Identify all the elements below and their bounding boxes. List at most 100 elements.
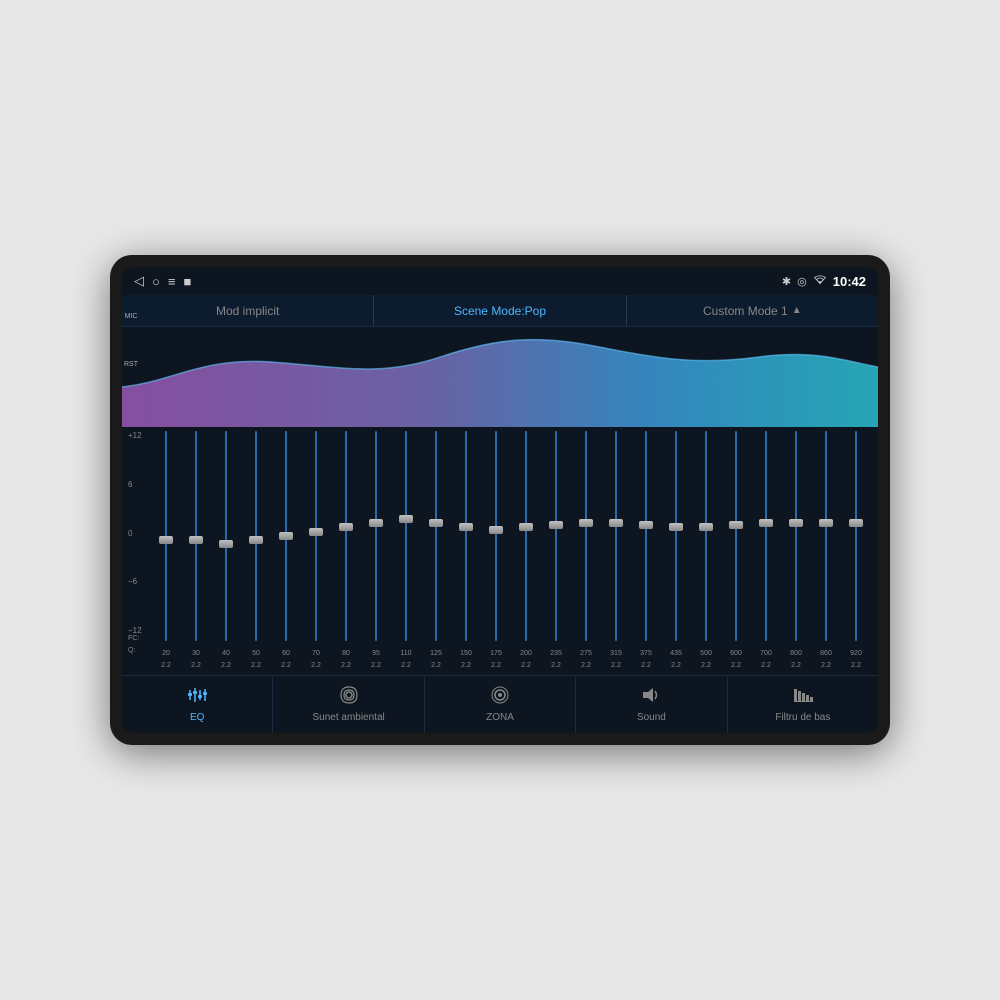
slider-track-235[interactable] [555, 431, 557, 641]
sliders-container [152, 431, 870, 675]
slider-col-175 [482, 431, 510, 645]
slider-track-60[interactable] [285, 431, 287, 641]
slider-track-40[interactable] [225, 431, 227, 641]
q-label-80: 2.2 [332, 662, 360, 669]
tab-sound[interactable]: Sound [576, 676, 727, 733]
slider-track-50[interactable] [255, 431, 257, 641]
eq-wave-svg [122, 327, 878, 427]
rst-label: RST [124, 353, 138, 375]
slider-thumb-235[interactable] [549, 521, 563, 529]
mode-scene[interactable]: Scene Mode:Pop [374, 295, 626, 326]
slider-thumb-40[interactable] [219, 540, 233, 548]
slider-track-200[interactable] [525, 431, 527, 641]
slider-track-20[interactable] [165, 431, 167, 641]
slider-col-95 [362, 431, 390, 645]
slider-col-700 [752, 431, 780, 645]
slider-thumb-275[interactable] [579, 519, 593, 527]
slider-track-95[interactable] [375, 431, 377, 641]
status-right: ✱ ◎ 10:42 [782, 274, 866, 289]
slider-col-235 [542, 431, 570, 645]
slider-thumb-860[interactable] [819, 519, 833, 527]
slider-track-150[interactable] [465, 431, 467, 641]
screen: ◁ ○ ≡ ■ ✱ ◎ 10:42 Mod [122, 267, 878, 733]
slider-thumb-175[interactable] [489, 526, 503, 534]
freq-label-20: 20 [152, 650, 180, 657]
slider-thumb-50[interactable] [249, 536, 263, 544]
nav-circle-button[interactable]: ○ [152, 274, 160, 289]
slider-col-50 [242, 431, 270, 645]
slider-thumb-80[interactable] [339, 523, 353, 531]
slider-thumb-200[interactable] [519, 523, 533, 531]
slider-thumb-95[interactable] [369, 519, 383, 527]
slider-track-175[interactable] [495, 431, 497, 641]
slider-track-125[interactable] [435, 431, 437, 641]
slider-track-70[interactable] [315, 431, 317, 641]
eq-label: EQ [190, 712, 204, 723]
fc-q-header: FC: Q: [128, 633, 139, 657]
slider-col-375 [632, 431, 660, 645]
tab-bass[interactable]: Filtru de bas [728, 676, 878, 733]
slider-track-375[interactable] [645, 431, 647, 641]
zone-icon [489, 686, 511, 709]
slider-track-275[interactable] [585, 431, 587, 641]
freq-label-40: 40 [212, 650, 240, 657]
slider-col-110 [392, 431, 420, 645]
slider-col-70 [302, 431, 330, 645]
slider-thumb-30[interactable] [189, 536, 203, 544]
slider-track-30[interactable] [195, 431, 197, 641]
slider-thumb-500[interactable] [699, 523, 713, 531]
slider-track-800[interactable] [795, 431, 797, 641]
bass-icon [792, 686, 814, 709]
nav-back-button[interactable]: ◁ [134, 273, 144, 289]
slider-track-600[interactable] [735, 431, 737, 641]
freq-label-800: 800 [782, 650, 810, 657]
tab-ambient[interactable]: Sunet ambiental [273, 676, 424, 733]
slider-thumb-60[interactable] [279, 532, 293, 540]
q-label-860: 2.2 [812, 662, 840, 669]
q-label-30: 2.2 [182, 662, 210, 669]
slider-thumb-600[interactable] [729, 521, 743, 529]
q-labels: 2.22.22.22.22.22.22.22.22.22.22.22.22.22… [152, 662, 870, 669]
q-label-40: 2.2 [212, 662, 240, 669]
tab-zone[interactable]: ZONA [425, 676, 576, 733]
slider-track-315[interactable] [615, 431, 617, 641]
slider-thumb-920[interactable] [849, 519, 863, 527]
q-label-175: 2.2 [482, 662, 510, 669]
slider-track-435[interactable] [675, 431, 677, 641]
nav-menu-button[interactable]: ≡ [168, 274, 176, 289]
q-label-315: 2.2 [602, 662, 630, 669]
slider-thumb-150[interactable] [459, 523, 473, 531]
tab-eq[interactable]: EQ [122, 676, 273, 733]
slider-thumb-700[interactable] [759, 519, 773, 527]
slider-thumb-70[interactable] [309, 528, 323, 536]
slider-track-920[interactable] [855, 431, 857, 641]
slider-thumb-20[interactable] [159, 536, 173, 544]
slider-track-860[interactable] [825, 431, 827, 641]
slider-thumb-435[interactable] [669, 523, 683, 531]
q-label-600: 2.2 [722, 662, 750, 669]
slider-thumb-110[interactable] [399, 515, 413, 523]
slider-thumb-375[interactable] [639, 521, 653, 529]
freq-label-50: 50 [242, 650, 270, 657]
freq-label-70: 70 [302, 650, 330, 657]
q-label-150: 2.2 [452, 662, 480, 669]
side-labels: MIC RST [124, 305, 138, 375]
slider-thumb-800[interactable] [789, 519, 803, 527]
sound-icon [640, 686, 662, 709]
slider-col-125 [422, 431, 450, 645]
slider-track-500[interactable] [705, 431, 707, 641]
slider-col-800 [782, 431, 810, 645]
slider-track-110[interactable] [405, 431, 407, 641]
slider-track-80[interactable] [345, 431, 347, 641]
slider-thumb-125[interactable] [429, 519, 443, 527]
freq-label-315: 315 [602, 650, 630, 657]
q-label-125: 2.2 [422, 662, 450, 669]
mode-custom[interactable]: Custom Mode 1 ▲ [627, 295, 878, 326]
slider-track-700[interactable] [765, 431, 767, 641]
mode-implicit[interactable]: Mod implicit [122, 295, 374, 326]
q-label-275: 2.2 [572, 662, 600, 669]
slider-thumb-315[interactable] [609, 519, 623, 527]
nav-square-button[interactable]: ■ [183, 274, 191, 289]
slider-col-20 [152, 431, 180, 645]
slider-col-80 [332, 431, 360, 645]
